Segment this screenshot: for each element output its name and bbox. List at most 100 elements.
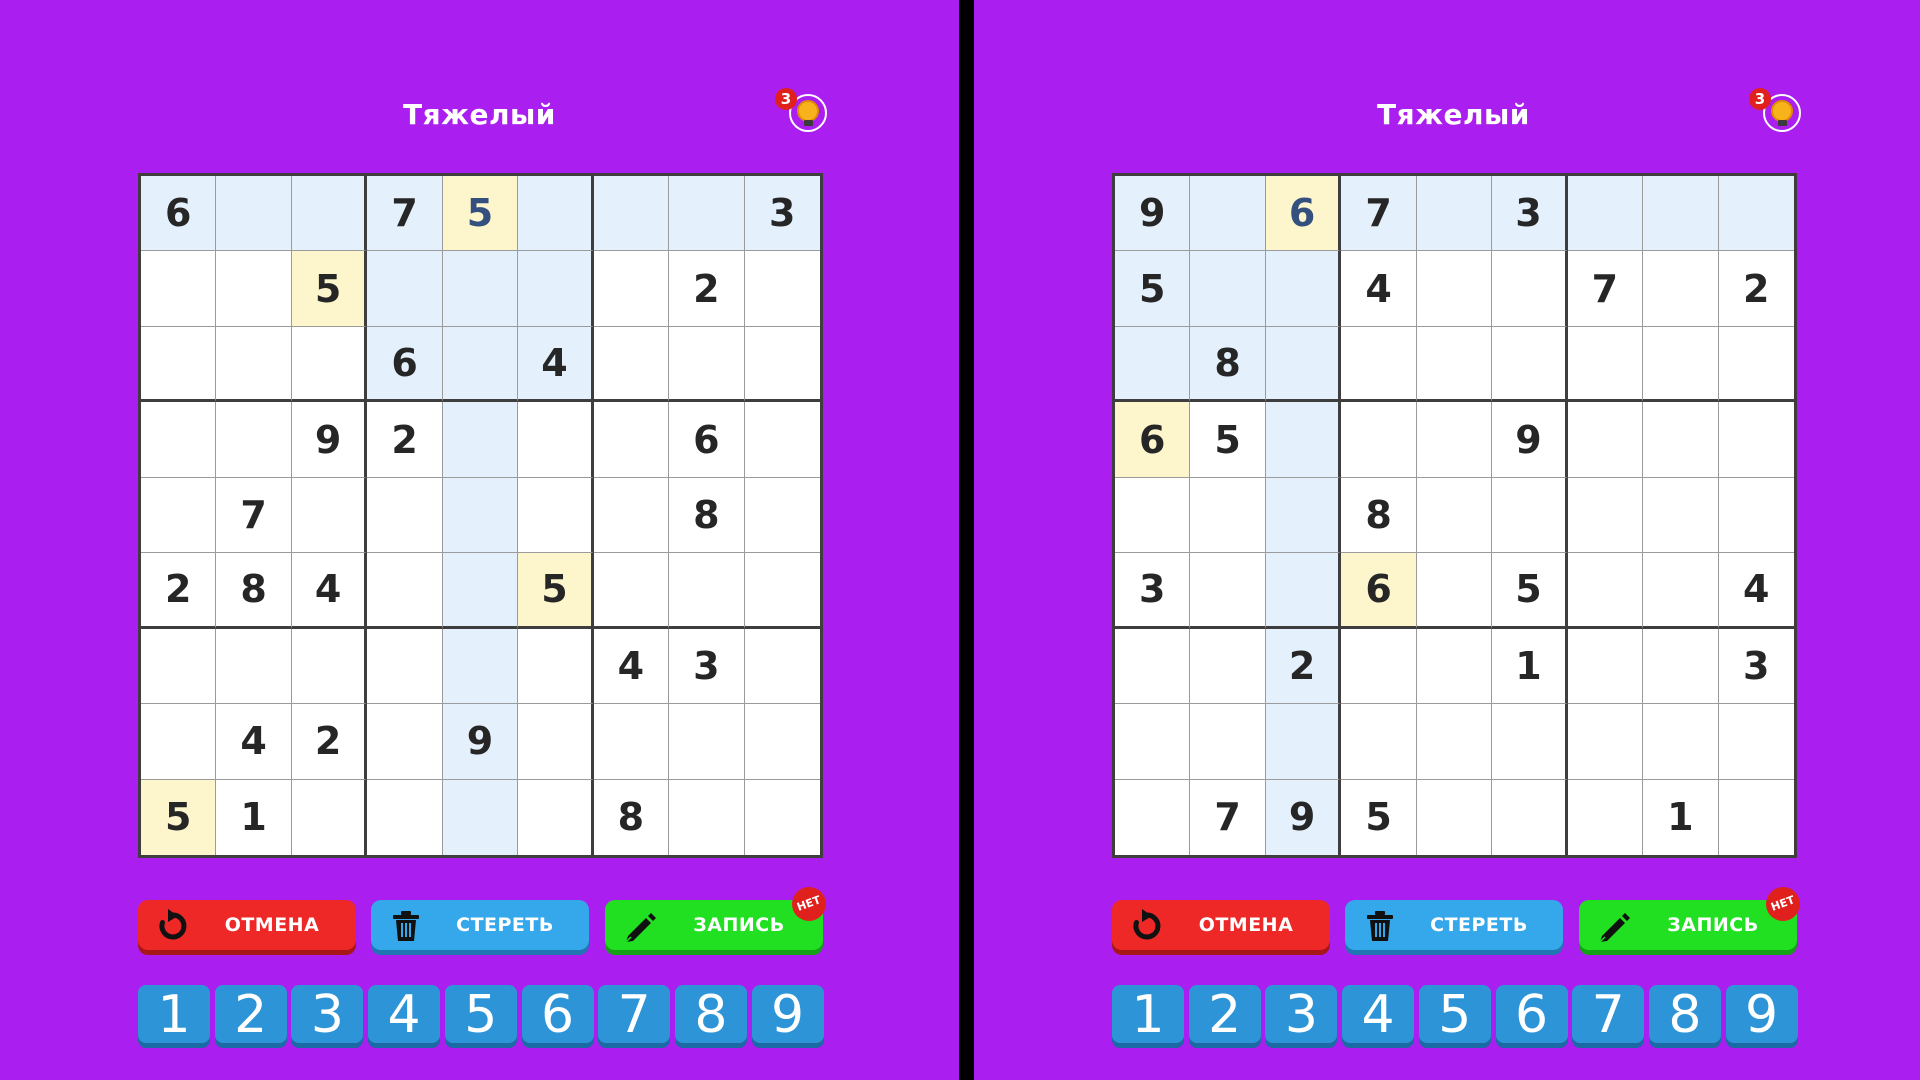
number-button-7[interactable]: 7 xyxy=(598,985,671,1045)
number-button-5[interactable]: 5 xyxy=(1418,985,1491,1045)
sudoku-cell[interactable]: 2 xyxy=(1718,251,1794,327)
sudoku-cell[interactable] xyxy=(1567,779,1644,855)
erase-button[interactable]: СТЕРЕТЬ xyxy=(371,900,589,950)
sudoku-cell[interactable] xyxy=(1567,176,1644,252)
sudoku-cell[interactable] xyxy=(1341,326,1417,403)
sudoku-cell[interactable] xyxy=(291,176,368,252)
sudoku-cell[interactable] xyxy=(216,251,292,327)
sudoku-cell[interactable] xyxy=(1567,704,1644,780)
sudoku-cell[interactable] xyxy=(216,628,292,705)
sudoku-cell[interactable] xyxy=(518,704,594,780)
sudoku-cell[interactable]: 7 xyxy=(367,176,443,252)
sudoku-cell[interactable] xyxy=(669,176,745,252)
erase-button[interactable]: СТЕРЕТЬ xyxy=(1345,900,1563,950)
notes-button[interactable]: ЗАПИСЬ НЕТ xyxy=(1579,882,1805,950)
sudoku-cell[interactable] xyxy=(442,628,519,705)
sudoku-cell[interactable] xyxy=(593,326,670,403)
sudoku-cell[interactable] xyxy=(744,477,820,554)
sudoku-cell[interactable] xyxy=(1416,477,1493,554)
sudoku-cell[interactable]: 4 xyxy=(518,326,594,403)
sudoku-cell[interactable]: 3 xyxy=(1492,176,1568,252)
sudoku-cell[interactable] xyxy=(1416,402,1493,478)
sudoku-cell[interactable] xyxy=(367,553,443,629)
sudoku-cell[interactable] xyxy=(1643,477,1719,554)
sudoku-cell[interactable]: 6 xyxy=(367,326,443,403)
sudoku-cell[interactable] xyxy=(593,176,670,252)
sudoku-cell[interactable] xyxy=(216,176,292,252)
sudoku-cell[interactable] xyxy=(1416,553,1493,629)
sudoku-cell[interactable] xyxy=(744,251,820,327)
number-button-6[interactable]: 6 xyxy=(521,985,594,1045)
number-button-3[interactable]: 3 xyxy=(291,985,364,1045)
sudoku-cell[interactable]: 4 xyxy=(291,553,368,629)
sudoku-cell[interactable] xyxy=(1492,326,1568,403)
sudoku-cell[interactable]: 2 xyxy=(367,402,443,478)
sudoku-cell[interactable] xyxy=(141,628,217,705)
sudoku-cell[interactable] xyxy=(1643,326,1719,403)
sudoku-cell[interactable] xyxy=(669,779,745,855)
sudoku-cell[interactable]: 4 xyxy=(216,704,292,780)
sudoku-cell[interactable] xyxy=(1341,628,1417,705)
sudoku-cell[interactable] xyxy=(1190,628,1266,705)
sudoku-cell[interactable] xyxy=(141,326,217,403)
sudoku-cell[interactable] xyxy=(1115,779,1191,855)
sudoku-cell[interactable]: 6 xyxy=(141,176,217,252)
sudoku-cell[interactable] xyxy=(1265,553,1342,629)
sudoku-cell[interactable]: 6 xyxy=(1115,402,1191,478)
number-button-6[interactable]: 6 xyxy=(1495,985,1568,1045)
sudoku-cell[interactable] xyxy=(1643,628,1719,705)
sudoku-cell[interactable] xyxy=(1643,704,1719,780)
selected-cell[interactable]: 5 xyxy=(442,176,519,252)
sudoku-cell[interactable]: 9 xyxy=(291,402,368,478)
sudoku-cell[interactable]: 5 xyxy=(518,553,594,629)
sudoku-cell[interactable]: 7 xyxy=(1190,779,1266,855)
sudoku-cell[interactable] xyxy=(442,779,519,855)
sudoku-cell[interactable]: 4 xyxy=(593,628,670,705)
notes-button[interactable]: ЗАПИСЬ НЕТ xyxy=(605,882,831,950)
sudoku-cell[interactable] xyxy=(216,402,292,478)
number-button-9[interactable]: 9 xyxy=(751,985,824,1045)
sudoku-cell[interactable] xyxy=(442,326,519,403)
sudoku-cell[interactable] xyxy=(442,553,519,629)
sudoku-cell[interactable] xyxy=(1643,553,1719,629)
sudoku-cell[interactable]: 8 xyxy=(1190,326,1266,403)
sudoku-cell[interactable] xyxy=(1492,779,1568,855)
sudoku-cell[interactable] xyxy=(1718,402,1794,478)
sudoku-cell[interactable] xyxy=(1341,402,1417,478)
sudoku-cell[interactable]: 3 xyxy=(1718,628,1794,705)
sudoku-cell[interactable] xyxy=(744,326,820,403)
sudoku-cell[interactable]: 5 xyxy=(291,251,368,327)
sudoku-cell[interactable] xyxy=(367,251,443,327)
number-button-5[interactable]: 5 xyxy=(444,985,517,1045)
sudoku-cell[interactable] xyxy=(1567,477,1644,554)
hint-button[interactable]: 3 xyxy=(775,88,835,142)
sudoku-cell[interactable]: 3 xyxy=(669,628,745,705)
sudoku-cell[interactable] xyxy=(669,553,745,629)
sudoku-cell[interactable] xyxy=(291,326,368,403)
number-button-2[interactable]: 2 xyxy=(1188,985,1261,1045)
sudoku-cell[interactable] xyxy=(1718,477,1794,554)
sudoku-cell[interactable] xyxy=(291,628,368,705)
sudoku-cell[interactable] xyxy=(1643,176,1719,252)
sudoku-cell[interactable] xyxy=(1416,176,1493,252)
sudoku-cell[interactable] xyxy=(1718,704,1794,780)
sudoku-cell[interactable]: 5 xyxy=(1190,402,1266,478)
sudoku-cell[interactable]: 1 xyxy=(216,779,292,855)
undo-button[interactable]: ОТМЕНА xyxy=(138,900,356,950)
number-button-8[interactable]: 8 xyxy=(674,985,747,1045)
hint-button[interactable]: 3 xyxy=(1749,88,1809,142)
sudoku-cell[interactable] xyxy=(518,402,594,478)
undo-button[interactable]: ОТМЕНА xyxy=(1112,900,1330,950)
sudoku-cell[interactable] xyxy=(1265,704,1342,780)
sudoku-cell[interactable] xyxy=(1567,402,1644,478)
sudoku-cell[interactable] xyxy=(518,477,594,554)
sudoku-cell[interactable] xyxy=(141,477,217,554)
sudoku-cell[interactable] xyxy=(1718,326,1794,403)
sudoku-cell[interactable]: 2 xyxy=(291,704,368,780)
sudoku-cell[interactable] xyxy=(1190,251,1266,327)
sudoku-cell[interactable] xyxy=(1567,628,1644,705)
sudoku-cell[interactable]: 4 xyxy=(1341,251,1417,327)
sudoku-cell[interactable] xyxy=(593,402,670,478)
number-button-1[interactable]: 1 xyxy=(1112,985,1184,1045)
sudoku-cell[interactable]: 5 xyxy=(1341,779,1417,855)
